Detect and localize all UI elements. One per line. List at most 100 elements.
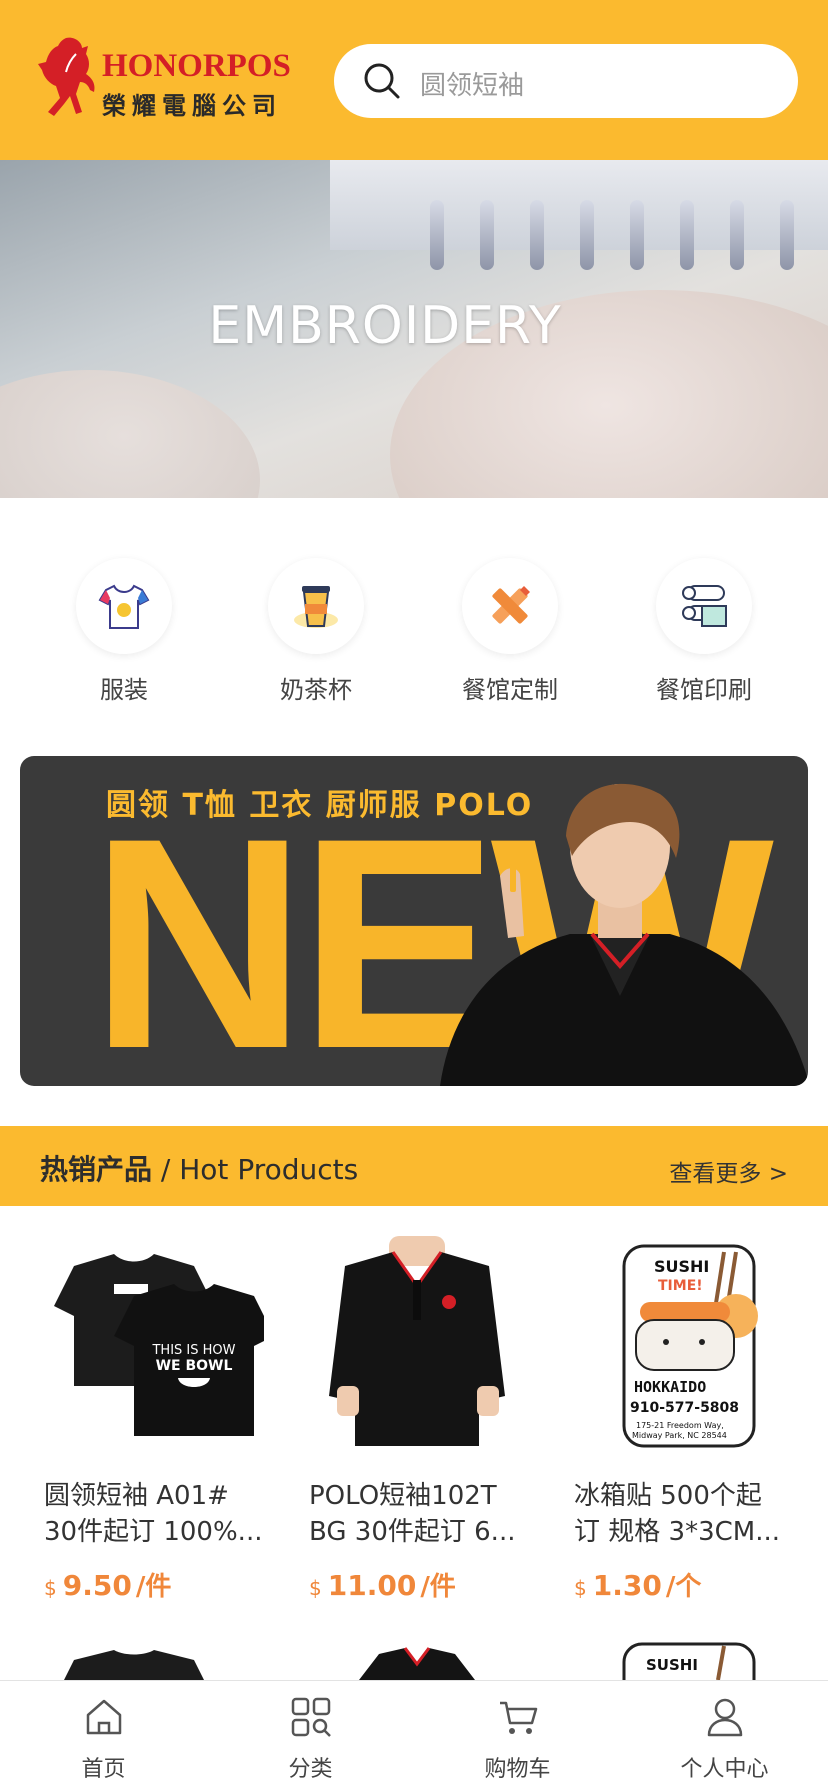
svg-text:HOKKAIDO: HOKKAIDO	[634, 1378, 706, 1396]
search-input[interactable]: 圆领短袖	[334, 44, 798, 118]
svg-text:SUSHI: SUSHI	[654, 1257, 709, 1276]
price-value: 1.30	[592, 1569, 662, 1602]
svg-text:910-577-5808: 910-577-5808	[630, 1400, 739, 1416]
svg-text:TIME!: TIME!	[658, 1278, 703, 1294]
category-label: 餐馆定制	[462, 676, 558, 704]
view-more-link[interactable]: 查看更多 >	[669, 1154, 788, 1188]
needle-graphic	[730, 200, 744, 270]
product-card-partial[interactable]	[309, 1640, 529, 1680]
price-currency: $	[309, 1576, 322, 1600]
category-restaurant-custom[interactable]: 餐馆定制	[430, 556, 590, 706]
product-card-partial[interactable]	[44, 1640, 264, 1680]
promo-banner[interactable]: NEW 圆领 T恤 卫衣 厨师服 POLO	[20, 756, 808, 1086]
tab-home[interactable]: 首页	[0, 1681, 207, 1792]
product-name-line: BG 30件起订 6...	[309, 1517, 516, 1547]
category-shortcuts: 服装 奶茶杯 餐馆定制 餐馆印刷	[0, 556, 828, 706]
product-image: SUSHI	[622, 1642, 756, 1680]
needle-graphic	[680, 200, 694, 270]
section-title-cn: 热销产品	[40, 1153, 153, 1186]
price-currency: $	[44, 1576, 57, 1600]
product-image	[64, 1650, 204, 1680]
product-image: SUSHI TIME! HOKKAIDO 910-577-5808 175-21…	[622, 1244, 758, 1448]
embroidery-machine-image	[330, 160, 828, 250]
product-name: POLO短袖102T BG 30件起订 6...	[309, 1478, 539, 1550]
search-icon	[364, 63, 400, 99]
hero-carousel[interactable]: EMBROIDERY	[0, 160, 828, 498]
logo-title: HONORPOS	[102, 48, 291, 84]
banner-title: EMBROIDERY	[208, 296, 562, 356]
category-label: 餐馆印刷	[656, 676, 752, 704]
product-name-line: 30件起订 100%...	[44, 1517, 263, 1547]
home-icon	[86, 1699, 122, 1735]
price-unit: /件	[135, 1572, 172, 1602]
brand-logo[interactable]: HONORPOS 榮耀電腦公司	[36, 34, 300, 120]
product-name: 圆领短袖 A01# 30件起订 100%...	[44, 1478, 274, 1550]
category-grid-icon	[291, 1697, 331, 1737]
category-restaurant-print[interactable]: 餐馆印刷	[624, 556, 784, 706]
needle-graphic	[580, 200, 594, 270]
section-title-en: / Hot Products	[152, 1153, 359, 1186]
price-unit: /件	[420, 1572, 456, 1602]
tab-label: 分类	[288, 1757, 333, 1782]
price-currency: $	[574, 1576, 587, 1600]
category-icon-circle	[268, 558, 364, 654]
cap-image	[0, 370, 260, 498]
category-cup[interactable]: 奶茶杯	[236, 556, 396, 706]
tab-label: 首页	[81, 1757, 126, 1782]
category-icon-circle	[462, 558, 558, 654]
needle-graphic	[430, 200, 444, 270]
product-name-line: 订 规格 3*3CM...	[574, 1517, 780, 1547]
svg-text:Midway Park, NC 28544: Midway Park, NC 28544	[632, 1431, 727, 1440]
price-value: 9.50	[62, 1569, 132, 1602]
svg-text:WE BOWL: WE BOWL	[156, 1358, 233, 1374]
horse-logo-icon	[38, 37, 95, 116]
category-label: 奶茶杯	[280, 676, 352, 704]
product-name-line: POLO短袖102T	[309, 1481, 497, 1511]
tshirt-icon	[98, 584, 150, 629]
cup-icon	[294, 586, 338, 628]
bottom-tab-bar: 首页 分类 购物车 个人中心	[0, 1680, 828, 1792]
needle-graphic	[530, 200, 544, 270]
tab-profile[interactable]: 个人中心	[621, 1681, 828, 1792]
tab-category[interactable]: 分类	[207, 1681, 414, 1792]
product-price: $1.30/个	[574, 1566, 701, 1603]
tab-label: 购物车	[484, 1757, 551, 1782]
category-label: 服装	[100, 676, 148, 704]
hot-products-header: 热销产品 / Hot Products 查看更多 >	[0, 1126, 828, 1206]
price-unit: /个	[665, 1572, 702, 1602]
model-photo	[440, 783, 808, 1086]
svg-text:SUSHI: SUSHI	[646, 1656, 698, 1674]
tab-cart[interactable]: 购物车	[414, 1681, 621, 1792]
product-price: $9.50/件	[44, 1566, 171, 1603]
category-icon-circle	[656, 558, 752, 654]
paper-roll-icon	[682, 585, 727, 627]
needle-graphic	[780, 200, 794, 270]
cart-icon	[500, 1701, 538, 1734]
tab-label: 个人中心	[680, 1757, 769, 1782]
category-icon-circle	[76, 558, 172, 654]
product-grid: THIS IS HOW WE BOWL 圆领短袖 A01# 30件起订 100%…	[0, 1236, 828, 1602]
product-image	[359, 1647, 475, 1680]
product-price: $11.00/件	[309, 1566, 456, 1603]
category-clothing[interactable]: 服装	[44, 556, 204, 706]
product-name-line: 冰箱贴 500个起	[574, 1481, 762, 1511]
header: HONORPOS 榮耀電腦公司 圆领短袖	[0, 0, 828, 160]
product-name: 冰箱贴 500个起 订 规格 3*3CM...	[574, 1478, 804, 1550]
logo-subtitle: 榮耀電腦公司	[102, 91, 282, 120]
product-card[interactable]: SUSHI TIME! HOKKAIDO 910-577-5808 175-21…	[574, 1236, 814, 1602]
pencil-ruler-icon	[492, 586, 530, 624]
product-card-partial[interactable]: SUSHI	[574, 1640, 794, 1680]
needle-graphic	[630, 200, 644, 270]
product-image	[329, 1236, 505, 1446]
price-value: 11.00	[327, 1569, 417, 1602]
svg-text:175-21 Freedom Way,: 175-21 Freedom Way,	[636, 1421, 724, 1430]
search-placeholder: 圆领短袖	[420, 71, 525, 101]
product-card[interactable]: POLO短袖102T BG 30件起订 6... $11.00/件	[309, 1236, 549, 1602]
product-name-line: 圆领短袖 A01#	[44, 1481, 229, 1511]
user-icon	[707, 1698, 743, 1737]
section-title: 热销产品 / Hot Products	[40, 1148, 358, 1188]
svg-text:THIS IS HOW: THIS IS HOW	[151, 1343, 235, 1358]
product-card[interactable]: THIS IS HOW WE BOWL 圆领短袖 A01# 30件起订 100%…	[44, 1236, 284, 1602]
needle-graphic	[480, 200, 494, 270]
product-image: THIS IS HOW WE BOWL	[54, 1254, 264, 1436]
